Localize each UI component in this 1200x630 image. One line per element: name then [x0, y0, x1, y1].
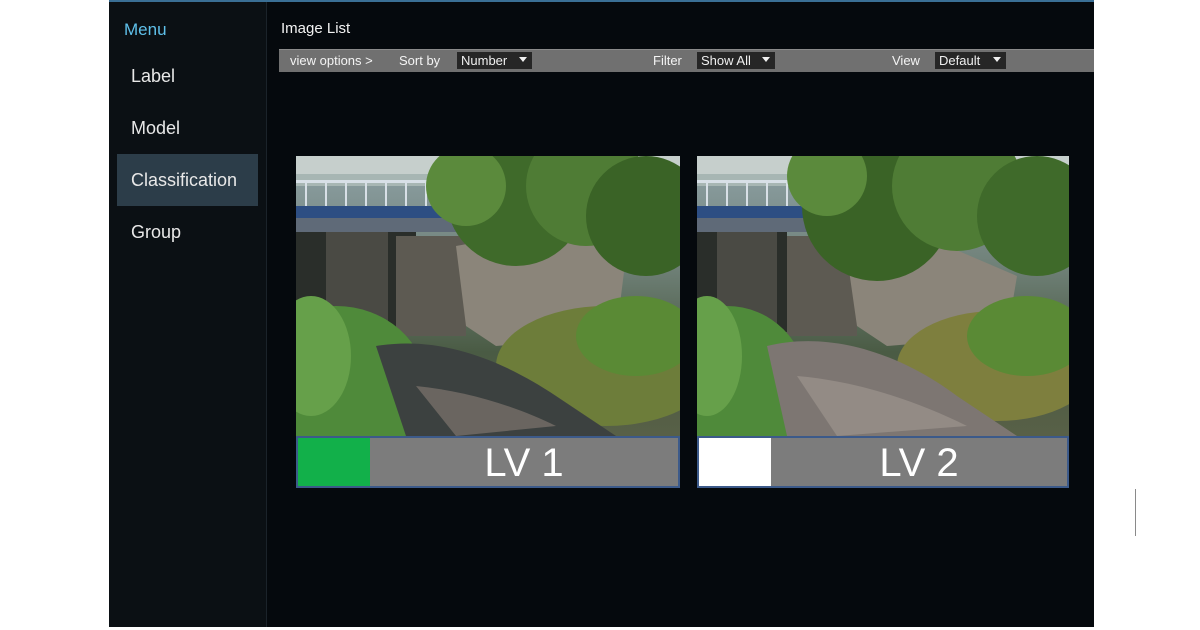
level-color-swatch	[298, 438, 370, 486]
sidebar-item-model[interactable]: Model	[117, 102, 258, 154]
app-window: Menu Label Model Classification Group Im…	[109, 0, 1136, 627]
chevron-down-icon	[519, 57, 527, 62]
level-label: LV 1	[484, 441, 564, 485]
sort-by-value: Number	[461, 53, 508, 68]
sort-by-select[interactable]: Number	[457, 52, 532, 69]
view-select[interactable]: Default	[935, 52, 1006, 69]
chevron-down-icon	[993, 57, 1001, 62]
sidebar-item-label[interactable]: Label	[117, 50, 258, 102]
filter-label: Filter	[653, 53, 682, 68]
chevron-down-icon	[762, 57, 770, 62]
filter-value: Show All	[701, 53, 751, 68]
sidebar: Menu Label Model Classification Group	[109, 2, 267, 627]
river-photo-graphic	[296, 156, 680, 436]
sidebar-item-classification[interactable]: Classification	[117, 154, 258, 206]
toolbar: view options > Sort by Number Filter Sho…	[279, 49, 1094, 72]
image-card[interactable]: LV 2	[697, 156, 1069, 488]
sort-by-label: Sort by	[399, 53, 441, 68]
image-card[interactable]: LV 1	[296, 156, 680, 488]
view-label: View	[892, 53, 920, 68]
level-color-swatch	[699, 438, 771, 486]
menu-title: Menu	[124, 20, 167, 39]
level-label-bar: LV 1	[296, 436, 680, 488]
page-title: Image List	[281, 20, 351, 37]
river-photo-graphic	[697, 156, 1069, 436]
main-panel: Image List view options > Sort by Number…	[267, 2, 1136, 627]
text-cursor	[1135, 489, 1136, 536]
view-options-link[interactable]: view options >	[290, 53, 373, 68]
level-label: LV 2	[879, 441, 959, 485]
filter-select[interactable]: Show All	[697, 52, 775, 69]
river-photo-image[interactable]	[697, 156, 1069, 436]
view-value: Default	[939, 53, 981, 68]
river-photo-image[interactable]	[296, 156, 680, 436]
sidebar-item-group[interactable]: Group	[117, 206, 258, 258]
level-label-bar: LV 2	[697, 436, 1069, 488]
